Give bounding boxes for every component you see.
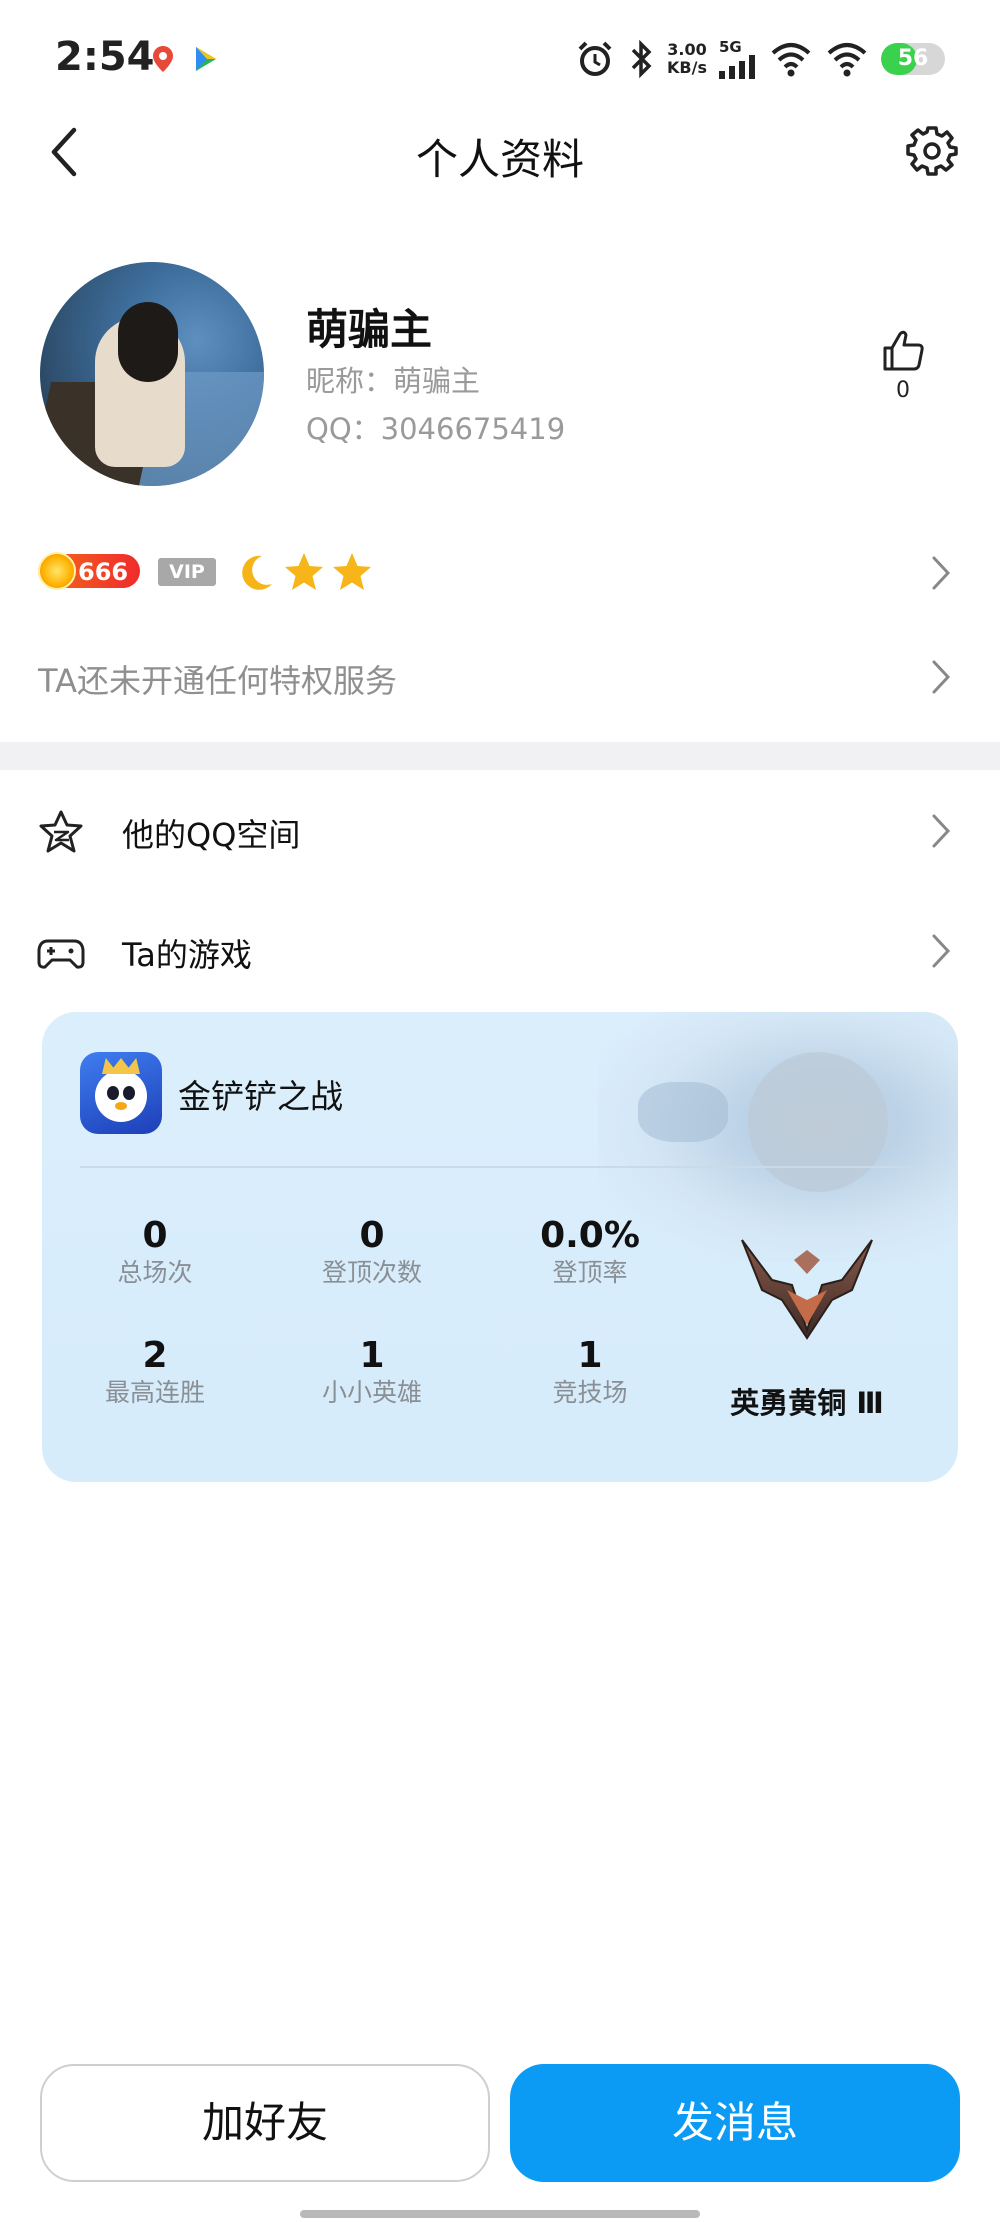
play-app-icon — [196, 47, 216, 71]
stat-value: 0 — [359, 1215, 385, 1256]
stat-label: 登顶率 — [552, 1258, 628, 1287]
stat-top-count: 0 登顶次数 — [282, 1216, 462, 1290]
stat-label: 竞技场 — [552, 1378, 628, 1407]
stat-value: 1 — [359, 1335, 385, 1376]
game-icon-eye — [107, 1086, 119, 1100]
menu-item-qzone[interactable]: 他的QQ空间 — [0, 782, 1000, 882]
thumbs-up-icon — [883, 330, 924, 371]
like-count: 0 — [896, 378, 910, 403]
like-button[interactable]: 0 — [876, 326, 930, 403]
page-title: 个人资料 — [415, 135, 584, 184]
stat-little-legends: 1 小小英雄 — [282, 1336, 462, 1410]
level-badge: 666 — [38, 552, 140, 590]
stat-label: 小小英雄 — [321, 1378, 422, 1407]
battery-indicator: 56 — [881, 43, 945, 75]
settings-gear-icon[interactable] — [906, 124, 958, 176]
net-speed: 3.00 KB/s — [667, 41, 707, 77]
battery-percent: 56 — [897, 46, 929, 71]
game-icon-eye — [123, 1086, 135, 1100]
stat-label: 最高连胜 — [104, 1378, 205, 1407]
stat-total-games: 0 总场次 — [65, 1216, 245, 1290]
chevron-right-icon — [932, 556, 951, 590]
nickname: 昵称：萌骗主 — [306, 364, 481, 398]
wifi-icon — [827, 43, 867, 77]
badges-row[interactable]: 666 VIP — [38, 548, 962, 598]
status-time: 2:54 — [55, 34, 155, 80]
display-name: 萌骗主 — [306, 305, 433, 354]
menu-label-games: Ta的游戏 — [122, 936, 252, 974]
chevron-right-icon — [932, 934, 951, 968]
game-app-icon — [80, 1052, 162, 1134]
stat-label: 总场次 — [117, 1258, 193, 1287]
level-text: 666 — [78, 558, 129, 586]
net-speed-unit: KB/s — [667, 58, 707, 77]
signal-bars-icon — [719, 55, 755, 79]
wifi-signal-icon — [771, 43, 811, 77]
network-type: 5G — [719, 38, 742, 56]
game-icon-beak — [115, 1102, 127, 1110]
menu-label-qzone: 他的QQ空间 — [122, 816, 301, 854]
stat-value: 2 — [142, 1335, 168, 1376]
avatar-hair — [118, 302, 178, 382]
game-name: 金铲铲之战 — [178, 1077, 343, 1116]
chevron-right-icon — [932, 660, 951, 694]
net-speed-value: 3.00 — [667, 40, 707, 59]
game-art-shape — [748, 1052, 888, 1192]
game-card[interactable]: 金铲铲之战 0 总场次 0 登顶次数 0.0% 登顶率 2 最高连胜 1 小小英… — [42, 1012, 958, 1482]
game-icon-crown — [102, 1058, 140, 1074]
map-app-icon — [153, 46, 173, 72]
level-coin-icon — [38, 552, 76, 590]
stat-top-rate: 0.0% 登顶率 — [500, 1216, 680, 1290]
stat-arena: 1 竞技场 — [500, 1336, 680, 1410]
privilege-text: TA还未开通任何特权服务 — [38, 662, 397, 700]
vip-badge: VIP — [158, 558, 216, 586]
cell-signal: 5G — [719, 39, 757, 79]
chevron-right-icon — [932, 814, 951, 848]
section-divider — [0, 742, 1000, 770]
status-bar: 2:54 3.00 KB/s 5G 56 — [0, 0, 1000, 120]
bluetooth-icon — [631, 39, 652, 79]
status-indicators: 3.00 KB/s 5G 56 — [575, 36, 945, 82]
rank-emblem-icon — [741, 1239, 873, 1340]
star-icon — [333, 553, 371, 590]
moon-icon — [242, 555, 272, 590]
alarm-icon — [578, 41, 612, 76]
stat-label: 登顶次数 — [321, 1258, 422, 1287]
stat-value: 0.0% — [540, 1215, 640, 1256]
stat-value: 0 — [142, 1215, 168, 1256]
star-icon — [285, 553, 323, 590]
game-icon-face — [95, 1070, 147, 1122]
menu-item-games[interactable]: Ta的游戏 — [0, 902, 1000, 1002]
game-art-shape — [638, 1082, 728, 1142]
qzone-star-icon — [39, 810, 83, 853]
add-friend-button[interactable]: 加好友 — [40, 2064, 490, 2182]
rank-name: 英勇黄铜 Ⅲ — [730, 1386, 884, 1420]
stat-value: 1 — [577, 1335, 603, 1376]
stat-max-streak: 2 最高连胜 — [65, 1336, 245, 1410]
qq-number: QQ：3046675419 — [306, 412, 566, 446]
card-divider — [80, 1166, 920, 1168]
gamepad-icon — [37, 939, 85, 969]
avatar[interactable] — [40, 262, 264, 486]
send-message-button[interactable]: 发消息 — [510, 2064, 960, 2182]
home-indicator[interactable] — [300, 2210, 700, 2218]
